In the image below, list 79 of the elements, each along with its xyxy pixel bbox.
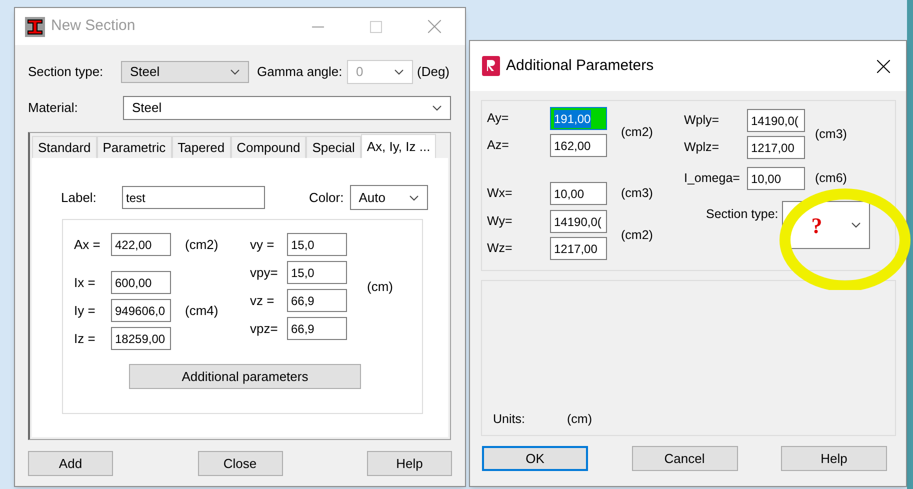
- field-label: Label:: [61, 188, 98, 207]
- field-label: Units:: [493, 411, 526, 428]
- unit-label: (cm2): [185, 236, 218, 254]
- tab[interactable]: Parametric: [96, 136, 172, 158]
- field-label: vy =: [250, 236, 276, 254]
- input-field[interactable]: 66,9: [287, 317, 347, 340]
- chevron-down-icon: [851, 222, 862, 228]
- field-label: Wply=: [684, 112, 720, 130]
- dialog-button[interactable]: Add: [28, 451, 113, 476]
- minimize-icon[interactable]: [312, 26, 324, 28]
- input-field[interactable]: 15,0: [287, 261, 347, 284]
- close-icon[interactable]: [877, 60, 890, 72]
- field-label: Az=: [487, 137, 510, 154]
- input-field[interactable]: 14190,0(: [747, 109, 805, 132]
- unit-label: (cm2): [621, 124, 653, 141]
- dropdown[interactable]: Auto: [350, 185, 428, 210]
- dropdown[interactable]: Steel: [121, 61, 249, 83]
- dialog-button[interactable]: Help: [781, 446, 887, 471]
- chevron-down-icon: [394, 69, 404, 75]
- input-field[interactable]: 1217,00: [550, 237, 607, 260]
- unit-label: (cm3): [621, 185, 653, 202]
- field-label: Section type:: [28, 63, 104, 82]
- unit-label: (cm3): [815, 126, 847, 143]
- input-field[interactable]: 14190,0(: [550, 210, 607, 233]
- field-label: Material:: [28, 99, 79, 118]
- dialog-button[interactable]: OK: [482, 446, 588, 471]
- unit-label: (Deg): [417, 63, 450, 82]
- input-field[interactable]: test: [122, 186, 265, 209]
- unit-label: (cm): [367, 278, 393, 296]
- tab[interactable]: Tapered: [172, 136, 231, 158]
- field-label: Iz =: [74, 330, 96, 348]
- window-title: Additional Parameters: [506, 56, 654, 76]
- unit-label: (cm6): [815, 170, 847, 188]
- field-label: Section type:: [706, 206, 778, 223]
- input-field[interactable]: 15,0: [287, 233, 347, 256]
- unit-label: (cm2): [621, 226, 653, 244]
- maximize-icon[interactable]: [370, 20, 382, 32]
- dialog-button[interactable]: Help: [367, 451, 452, 476]
- field-label: Wy=: [487, 213, 514, 230]
- field-label: Ay=: [487, 110, 510, 128]
- field-label: vz =: [250, 292, 276, 310]
- dialog-button[interactable]: Cancel: [632, 446, 738, 471]
- chevron-down-icon: [230, 69, 240, 75]
- chevron-down-icon: [408, 194, 419, 200]
- field-label: Gamma angle:: [257, 63, 344, 82]
- app-logo-icon: [482, 56, 500, 76]
- field-label: Color:: [309, 188, 344, 207]
- input-field[interactable]: 949606,0: [111, 299, 171, 322]
- field-label: vpy=: [250, 264, 279, 282]
- unit-label: (cm): [567, 411, 592, 428]
- question-mark: ?: [811, 212, 822, 240]
- dropdown[interactable]: Steel: [123, 96, 451, 120]
- field-label: Wplz=: [684, 139, 720, 156]
- field-label: Ix =: [74, 274, 96, 292]
- dialog-button[interactable]: Close: [198, 451, 282, 476]
- input-field[interactable]: 10,00: [550, 182, 607, 205]
- input-field[interactable]: 422,00: [111, 233, 171, 256]
- input-field[interactable]: 191,00: [550, 107, 607, 130]
- i-beam-icon: [25, 16, 45, 36]
- field-label: Wx=: [487, 185, 514, 202]
- input-field[interactable]: 10,00: [747, 167, 805, 190]
- field-label: I_omega=: [684, 170, 741, 188]
- field-label: Iy =: [74, 302, 96, 320]
- input-field[interactable]: 600,00: [111, 271, 171, 294]
- field-label: Ax =: [74, 236, 102, 254]
- field-label: Wz=: [487, 240, 514, 258]
- input-field[interactable]: 162,00: [550, 134, 607, 157]
- field-label: vpz=: [250, 320, 279, 338]
- tab[interactable]: Ax, Iy, Iz ...: [360, 134, 436, 158]
- tab[interactable]: Standard: [32, 136, 97, 158]
- input-field[interactable]: 66,9: [287, 289, 347, 312]
- input-field[interactable]: 18259,00: [111, 327, 171, 350]
- tab[interactable]: Special: [306, 136, 361, 158]
- input-field[interactable]: 1217,00: [747, 136, 805, 159]
- chevron-down-icon: [432, 105, 442, 111]
- tab[interactable]: Compound: [230, 136, 306, 158]
- unit-label: (cm4): [185, 302, 218, 320]
- window-title: New Section: [51, 16, 136, 36]
- additional-parameters-button[interactable]: Additional parameters: [129, 364, 361, 389]
